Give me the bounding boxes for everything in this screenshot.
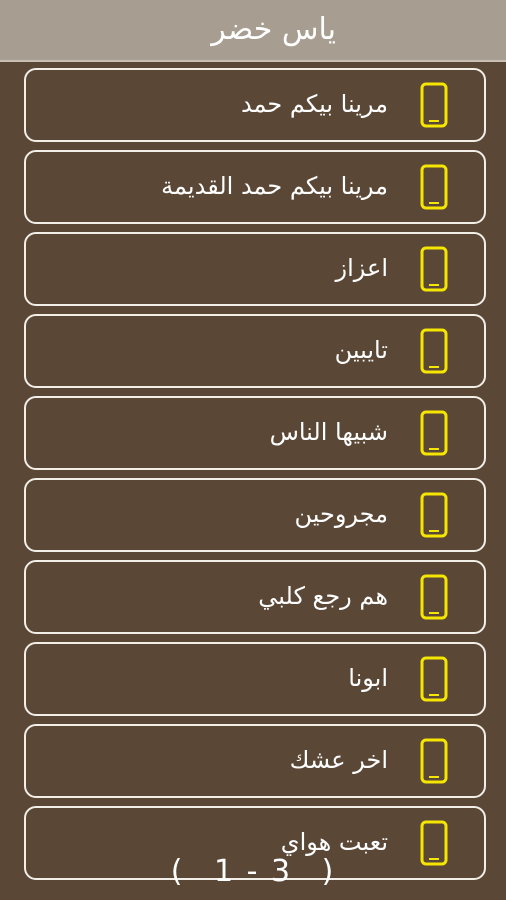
- list-item-label: تايبين: [334, 336, 388, 364]
- list-item[interactable]: تايبين: [24, 314, 486, 388]
- list-item-label: مرينا بيكم حمد: [240, 90, 388, 118]
- list-item[interactable]: شبيها الناس: [24, 396, 486, 470]
- list-item-label: اخر عشك: [289, 746, 388, 774]
- phone-icon: [420, 574, 448, 620]
- list-item-label: مجروحين: [294, 500, 388, 528]
- list-item[interactable]: هم رجع كلبي: [24, 560, 486, 634]
- phone-icon: [420, 246, 448, 292]
- list-item-label: ابونا: [348, 664, 388, 692]
- phone-icon: [420, 656, 448, 702]
- page-indicator: 1 - 3: [213, 854, 293, 889]
- list-item[interactable]: مرينا بيكم حمد: [24, 68, 486, 142]
- list-item[interactable]: اخر عشك: [24, 724, 486, 798]
- list-item-label: شبيها الناس: [269, 418, 388, 446]
- list-item[interactable]: مرينا بيكم حمد القديمة: [24, 150, 486, 224]
- phone-icon: [420, 82, 448, 128]
- list-item-label: اعزاز: [335, 254, 389, 282]
- page-title: ياس خضر: [211, 12, 336, 47]
- phone-icon: [420, 492, 448, 538]
- list-item-label: مرينا بيكم حمد القديمة: [161, 172, 388, 200]
- list-item-label: هم رجع كلبي: [258, 582, 388, 610]
- list-item[interactable]: اعزاز: [24, 232, 486, 306]
- phone-icon: [420, 164, 448, 210]
- phone-icon: [420, 410, 448, 456]
- phone-icon: [420, 738, 448, 784]
- list-item[interactable]: ابونا: [24, 642, 486, 716]
- pager-open-paren: (: [170, 854, 185, 889]
- pager-close-paren: ): [321, 854, 336, 889]
- pagination[interactable]: ( 1 - 3 ): [0, 850, 506, 894]
- phone-icon: [420, 328, 448, 374]
- song-list: مرينا بيكم حمد مرينا بيكم حمد القديمة اع…: [24, 68, 486, 888]
- list-item[interactable]: مجروحين: [24, 478, 486, 552]
- app-header: ياس خضر: [0, 0, 506, 62]
